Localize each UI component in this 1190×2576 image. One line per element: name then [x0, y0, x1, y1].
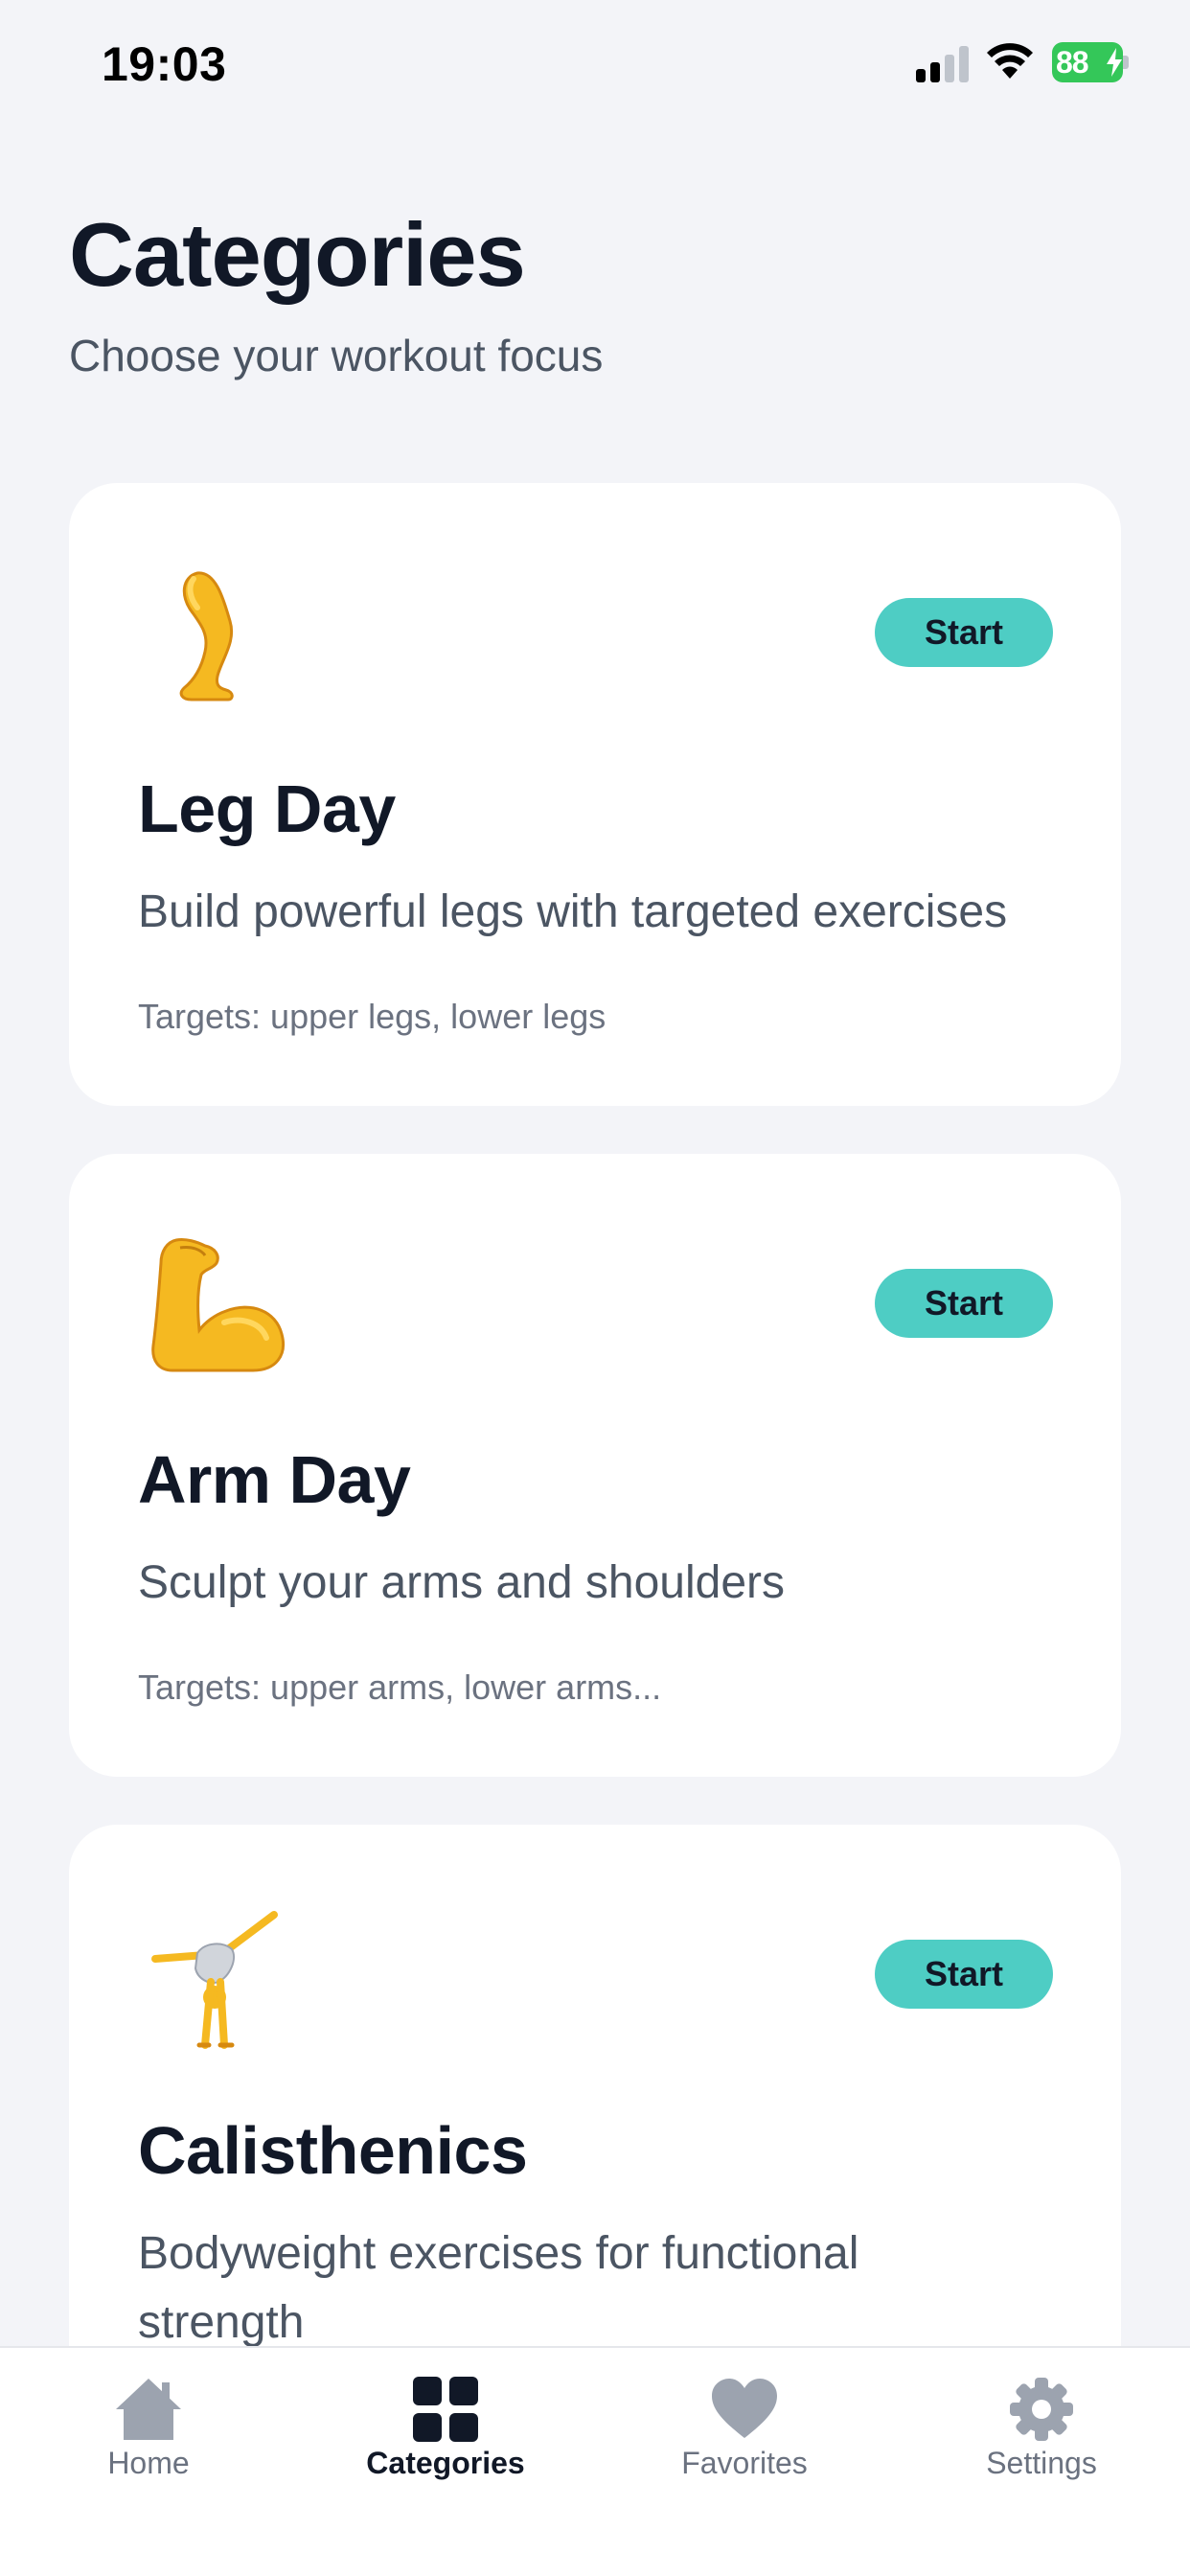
card-description: Sculpt your arms and shoulders [138, 1557, 785, 1608]
card-description: Bodyweight exercises for functional stre… [138, 2228, 859, 2348]
home-icon [116, 2379, 181, 2440]
tab-label: Categories [366, 2446, 525, 2480]
heart-icon [712, 2379, 777, 2438]
tab-home[interactable]: Home [43, 2348, 254, 2520]
card-targets: Targets: upper arms, lower arms... [138, 1668, 662, 1707]
leg-day-start-button[interactable]: Start [875, 598, 1053, 667]
tab-favorites[interactable]: Favorites [639, 2348, 850, 2520]
battery-indicator: 88 [1052, 42, 1129, 82]
wifi-icon [987, 43, 1033, 79]
tab-label: Home [107, 2446, 190, 2480]
flexed-biceps-emoji-icon [151, 1238, 285, 1372]
card-title: Calisthenics [138, 2113, 528, 2188]
tab-bar: Home Categories Favorites Settings [0, 2346, 1190, 2576]
status-time: 19:03 [102, 37, 227, 91]
tab-categories[interactable]: Categories [340, 2348, 551, 2520]
card-description: Build powerful legs with targeted exerci… [138, 886, 1008, 937]
cartwheel-emoji-icon [151, 1911, 278, 2049]
card-title: Arm Day [138, 1442, 411, 1517]
battery-level: 88 [1056, 45, 1089, 80]
grid-icon [413, 2377, 478, 2442]
category-card-arm-day[interactable]: Start Arm Day Sculpt your arms and shoul… [69, 1154, 1121, 1777]
status-bar: 19:03 88 [0, 0, 1190, 134]
cellular-signal-icon [916, 46, 969, 82]
card-title: Leg Day [138, 771, 396, 846]
category-card-leg-day[interactable]: Start Leg Day Build powerful legs with t… [69, 483, 1121, 1106]
leg-emoji-icon [179, 571, 234, 702]
calisthenics-start-button[interactable]: Start [875, 1940, 1053, 2009]
tab-label: Settings [986, 2446, 1097, 2480]
battery-cap [1123, 56, 1129, 69]
tab-label: Favorites [681, 2446, 808, 2480]
charging-bolt-icon [1107, 48, 1122, 77]
card-targets: Targets: upper legs, lower legs [138, 997, 606, 1036]
gear-icon [1010, 2378, 1073, 2441]
arm-day-start-button[interactable]: Start [875, 1269, 1053, 1338]
page-title: Categories [69, 204, 526, 305]
page-subtitle: Choose your workout focus [69, 331, 604, 380]
tab-settings[interactable]: Settings [936, 2348, 1147, 2520]
